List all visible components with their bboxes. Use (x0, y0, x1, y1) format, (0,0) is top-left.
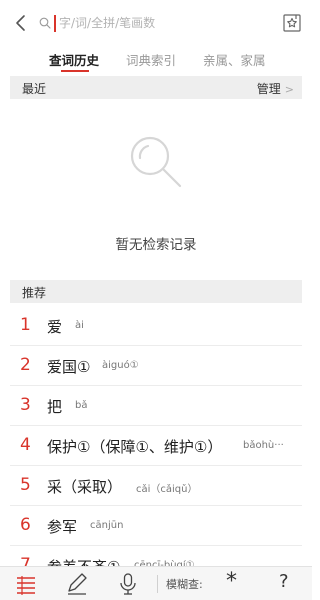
item-number: 6 (20, 515, 31, 535)
item-word: 采（采取） (47, 478, 123, 496)
item-number: 4 (20, 435, 31, 455)
item-number: 5 (20, 475, 31, 495)
recent-section-header: 最近 管理 > (10, 76, 302, 99)
active-tab-indicator (61, 70, 89, 72)
item-pinyin: àiguó① (102, 360, 139, 371)
item-number: 3 (20, 395, 31, 415)
tab-dictionary-index[interactable]: 词典索引 (126, 50, 176, 69)
list-item[interactable]: 5 采（采取） cǎi（cǎiqǔ） (10, 466, 302, 506)
item-word: 把 (47, 398, 63, 416)
item-pinyin: ài (75, 320, 84, 331)
recommend-title: 推荐 (22, 286, 47, 300)
item-pinyin: bǎohù··· (243, 440, 284, 451)
search-bar (0, 0, 312, 46)
microphone-icon[interactable] (115, 571, 141, 597)
item-word: 爱国① (47, 358, 91, 376)
item-number: 2 (20, 355, 31, 375)
item-word: 爱 (47, 318, 63, 336)
tab-history[interactable]: 查词历史 (49, 50, 99, 69)
tab-bar: 查词历史 词典索引 亲属、家属 (0, 46, 312, 74)
tab-relatives[interactable]: 亲属、家属 (203, 50, 266, 69)
manage-button[interactable]: 管理 > (257, 80, 294, 97)
item-word: 保护①（保障①、维护①） (47, 438, 223, 456)
pencil-icon[interactable] (64, 571, 90, 597)
list-item[interactable]: 6 参军 cānjūn (10, 506, 302, 546)
list-item[interactable]: 3 把 bǎ (10, 386, 302, 426)
item-pinyin: cǎi（cǎiqǔ） (136, 484, 198, 495)
search-box (37, 11, 267, 35)
magnifier-icon (130, 136, 182, 188)
list-item[interactable]: 1 爱 ài (10, 306, 302, 346)
fuzzy-search-label: 模糊查: (166, 578, 203, 591)
list-item[interactable]: 2 爱国① àiguó① (10, 346, 302, 386)
wildcard-question-button[interactable]: ? (279, 571, 289, 592)
search-icon (39, 17, 51, 29)
text-caret (54, 15, 56, 32)
favorite-icon[interactable] (281, 12, 303, 34)
recommend-list: 1 爱 ài 2 爱国① àiguó① 3 把 bǎ 4 保护①（保障①、维护①… (10, 306, 302, 586)
empty-state-text: 暂无检索记录 (115, 237, 197, 253)
back-icon[interactable] (11, 13, 31, 33)
item-number: 1 (20, 315, 31, 335)
manage-label: 管理 (256, 82, 281, 96)
bottom-toolbar: 模糊查: * ? (0, 566, 312, 600)
list-icon[interactable] (13, 571, 39, 597)
recommend-section-header: 推荐 (10, 280, 302, 303)
recent-title: 最近 (22, 82, 47, 96)
search-input[interactable] (59, 13, 264, 33)
toolbar-divider (157, 575, 158, 593)
item-pinyin: bǎ (75, 400, 88, 411)
chevron-right-icon: > (284, 83, 294, 96)
wildcard-star-button[interactable]: * (226, 569, 237, 594)
item-word: 参军 (47, 518, 78, 536)
item-pinyin: cānjūn (90, 520, 124, 531)
list-item[interactable]: 4 保护①（保障①、维护①） bǎohù··· (10, 426, 302, 466)
